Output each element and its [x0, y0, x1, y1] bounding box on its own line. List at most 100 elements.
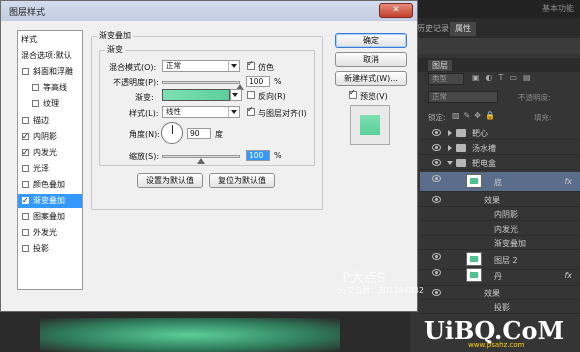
layer-row[interactable]: 内阴影: [420, 207, 580, 221]
sidebar-item[interactable]: 图案叠加: [18, 210, 82, 224]
eye-icon[interactable]: [432, 269, 441, 276]
sidebar-item-label: 图案叠加: [33, 212, 65, 222]
layer-row[interactable]: 效果: [420, 193, 580, 207]
sidebar-item-label: 投影: [33, 244, 49, 254]
sidebar-item[interactable]: 样式: [18, 33, 82, 47]
eye-icon[interactable]: [432, 159, 441, 166]
expand-icon[interactable]: [448, 145, 452, 151]
eye-icon[interactable]: [432, 144, 441, 151]
eye-icon[interactable]: [432, 129, 441, 136]
lock-icons[interactable]: ▨✎✥🔒: [452, 111, 512, 121]
fx-icon[interactable]: fx: [564, 177, 572, 186]
reverse-checkbox[interactable]: [247, 91, 255, 99]
close-button[interactable]: ✕: [379, 3, 413, 18]
tab-layers[interactable]: 图层: [428, 60, 452, 71]
layer-style-dialog: 图层样式 ✕ 样式混合选项:默认斜面和浮雕等高线纹理描边内阴影内发光光泽颜色叠加…: [0, 0, 418, 312]
layer-row[interactable]: 渐变叠加: [420, 236, 580, 250]
sidebar-item-checkbox[interactable]: [32, 84, 39, 92]
brand-watermark: P大点S: [342, 271, 386, 286]
workspace-label[interactable]: 基本功能: [542, 3, 574, 14]
tab-properties[interactable]: 属性: [450, 22, 476, 36]
angle-input[interactable]: 90: [187, 128, 211, 139]
eye-icon[interactable]: [432, 175, 441, 182]
sidebar-item[interactable]: 混合选项:默认: [18, 49, 82, 63]
eye-icon[interactable]: [432, 289, 441, 296]
style-select[interactable]: 线性: [162, 106, 240, 118]
sidebar-item[interactable]: 投影: [18, 242, 82, 256]
qq-watermark: qq交流群：301384032: [336, 285, 424, 296]
opacity-slider[interactable]: [162, 81, 240, 84]
chevron-down-icon: [228, 61, 239, 71]
gradient-swatch[interactable]: [162, 89, 230, 101]
cancel-button[interactable]: 取消: [335, 52, 407, 67]
workspace-bar: 基本功能: [410, 0, 580, 18]
eye-icon[interactable]: [432, 253, 441, 260]
layer-thumbnail: [466, 174, 482, 188]
sidebar-item-checkbox[interactable]: [22, 213, 29, 221]
sidebar-item-checkbox[interactable]: [22, 146, 29, 159]
sidebar-item-label: 斜面和浮雕: [33, 67, 73, 77]
sidebar-item[interactable]: 等高线: [18, 81, 82, 95]
reverse-label: 反向(R): [258, 92, 286, 101]
sidebar-item[interactable]: 描边: [18, 114, 82, 128]
expand-icon[interactable]: [448, 130, 452, 136]
dither-checkbox[interactable]: [247, 59, 255, 70]
dialog-titlebar[interactable]: 图层样式 ✕: [1, 1, 417, 21]
expand-icon[interactable]: [447, 161, 453, 165]
sidebar-item-checkbox[interactable]: [22, 116, 29, 124]
layer-row[interactable]: 底 fx: [420, 172, 580, 192]
preview-checkbox[interactable]: [349, 88, 357, 99]
make-default-button[interactable]: 设置为默认值: [137, 173, 203, 188]
kind-filter-select[interactable]: 类型: [428, 73, 464, 85]
layer-row[interactable]: 效果: [420, 286, 580, 300]
eye-icon[interactable]: [432, 196, 441, 203]
gradient-picker-button[interactable]: [230, 89, 242, 101]
sidebar-item-checkbox[interactable]: [22, 130, 29, 143]
sidebar-item-label: 渐变叠加: [33, 196, 65, 205]
reset-default-button[interactable]: 复位为默认值: [209, 173, 275, 188]
properties-strip: [410, 38, 580, 54]
scale-unit: %: [274, 151, 282, 160]
sidebar-item[interactable]: 斜面和浮雕: [18, 65, 82, 79]
filter-icons[interactable]: ▣◐T▭▤: [472, 73, 572, 85]
tab-history[interactable]: 历史记录: [412, 22, 454, 36]
photoshop-panel: 基本功能 历史记录 属性 图层 类型 ▣◐T▭▤ 正常 不透明度: 锁定: ▨✎…: [410, 0, 580, 352]
site-url-watermark: www.psahz.com: [468, 341, 525, 349]
angle-dial[interactable]: [161, 122, 183, 144]
sidebar-item[interactable]: 内阴影: [18, 130, 82, 144]
sidebar-item-checkbox[interactable]: [22, 229, 29, 237]
scale-slider-handle[interactable]: [197, 158, 205, 164]
chevron-down-icon: [228, 107, 239, 117]
layer-row[interactable]: 丹 fx: [420, 266, 580, 286]
preview-box: [350, 105, 390, 145]
fx-icon[interactable]: fx: [564, 271, 572, 280]
layer-row[interactable]: 汤水槽: [420, 141, 580, 155]
section-title: 渐变叠加: [97, 30, 133, 41]
layer-row[interactable]: 靶心: [420, 126, 580, 140]
sidebar-item[interactable]: 渐变叠加: [18, 194, 82, 208]
blend-mode-select[interactable]: 正常: [162, 60, 240, 72]
sidebar-item-checkbox[interactable]: [22, 164, 29, 172]
blend-mode-select[interactable]: 正常: [428, 91, 498, 103]
layer-name: 图层 2: [494, 256, 518, 265]
sidebar-item[interactable]: 外发光: [18, 226, 82, 240]
sidebar-item[interactable]: 纹理: [18, 97, 82, 111]
sidebar-item-checkbox[interactable]: [22, 68, 29, 76]
layer-row[interactable]: 靶电盒: [420, 156, 580, 170]
sidebar-item-checkbox[interactable]: [22, 180, 29, 188]
sidebar-item[interactable]: 内发光: [18, 146, 82, 160]
layer-row[interactable]: 内发光: [420, 222, 580, 236]
scale-input[interactable]: 100: [246, 150, 270, 161]
layer-name: 内阴影: [494, 210, 518, 219]
new-style-button[interactable]: 新建样式(W)...: [335, 71, 407, 86]
sidebar-item[interactable]: 光泽: [18, 162, 82, 176]
sidebar-item-checkbox[interactable]: [32, 100, 39, 108]
sidebar-item[interactable]: 颜色叠加: [18, 178, 82, 192]
align-with-layer-checkbox[interactable]: [247, 105, 255, 116]
sidebar-item-checkbox[interactable]: [22, 194, 29, 207]
sidebar-item-checkbox[interactable]: [22, 245, 29, 253]
layer-name: 渐变叠加: [494, 239, 526, 248]
opacity-input[interactable]: 100: [246, 76, 270, 87]
ok-button[interactable]: 确定: [335, 33, 407, 48]
layer-row[interactable]: 投影: [420, 300, 580, 314]
